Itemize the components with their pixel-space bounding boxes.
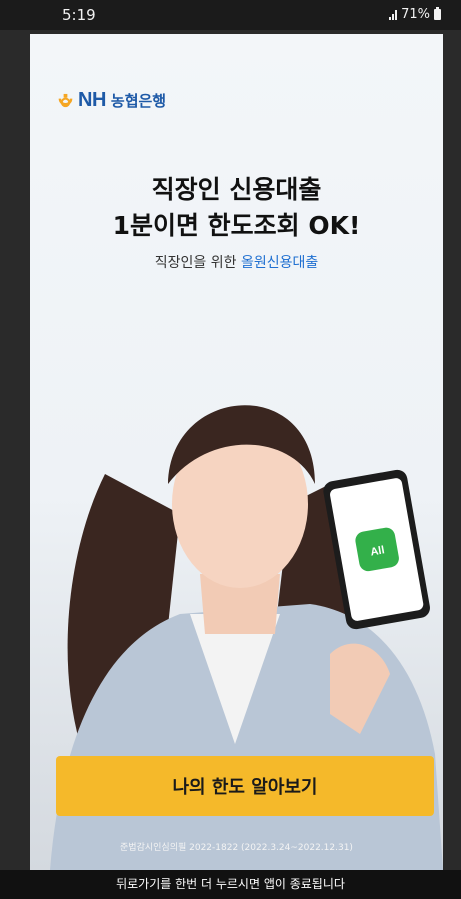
battery-percent: 71% [401, 7, 430, 22]
status-bar: 5:19 71% [0, 0, 461, 30]
subtitle-product: 올원신용대출 [240, 255, 319, 271]
promo-popup: NH 농협은행 직장인 신용대출 1분이면 한도조회 OK! 직장인을 위한 올… [30, 34, 443, 870]
headline-line2: 1분이면 한도조회 OK! [112, 211, 361, 240]
check-my-limit-button[interactable]: 나의 한도 알아보기 [56, 756, 434, 816]
exit-toast: 뒤로가기를 한번 더 누르시면 앱이 종료됩니다 [0, 870, 461, 899]
status-indicators: 71% [389, 7, 441, 22]
nh-logo-icon [58, 93, 73, 108]
signal-icon [389, 9, 398, 20]
all-app-label: All [370, 544, 386, 558]
battery-icon [434, 7, 441, 20]
nh-bank-logo: NH 농협은행 [58, 89, 166, 112]
status-time: 5:19 [62, 6, 96, 24]
logo-bank-name: 농협은행 [110, 92, 167, 110]
headline-line1: 직장인 신용대출 [151, 175, 322, 204]
logo-nh-text: NH [78, 89, 106, 111]
compliance-notice: 준법감시인심의필 2022-1822 (2022.3.24~2022.12.31… [120, 843, 353, 853]
subtitle-prefix: 직장인을 위한 [154, 255, 241, 271]
headline-subtitle: 직장인을 위한 올원신용대출 [30, 252, 443, 272]
headline: 직장인 신용대출 1분이면 한도조회 OK! 직장인을 위한 올원신용대출 [30, 172, 443, 272]
